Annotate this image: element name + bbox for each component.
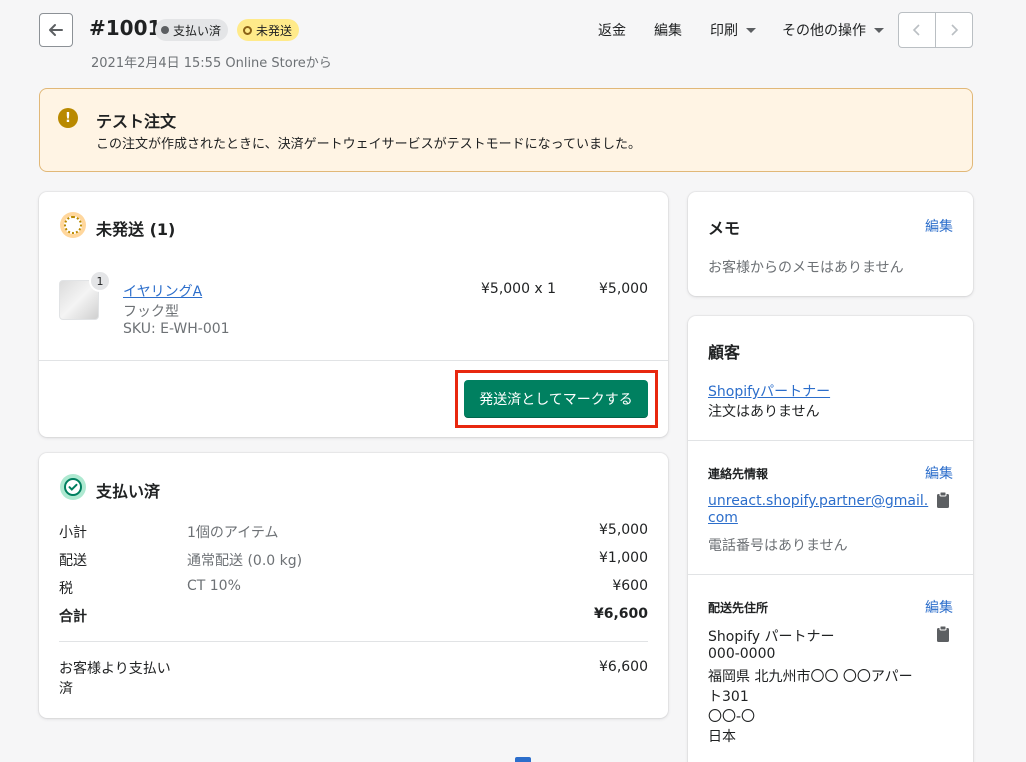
quantity-badge: 1 bbox=[89, 270, 111, 292]
product-sku: SKU: E-WH-001 bbox=[123, 321, 230, 337]
order-subline: 2021年2月4日 15:55 Online Storeから bbox=[91, 56, 332, 71]
tax-amount: ¥600 bbox=[612, 578, 648, 594]
total-amount: ¥6,600 bbox=[593, 606, 648, 622]
total-label: 合計 bbox=[59, 609, 87, 625]
clipboard-icon[interactable] bbox=[936, 492, 950, 508]
order-pager bbox=[898, 12, 973, 48]
order-number: #1001 bbox=[89, 16, 162, 40]
paid-by-customer-label: お客様より支払い済 bbox=[59, 661, 171, 697]
unit-price: ¥5,000 x 1 bbox=[481, 281, 557, 297]
more-actions-dropdown[interactable]: その他の操作 bbox=[782, 20, 884, 40]
paid-by-customer-amount: ¥6,600 bbox=[599, 659, 648, 675]
print-label: 印刷 bbox=[710, 23, 738, 39]
subtotal-amount: ¥5,000 bbox=[599, 522, 648, 538]
exclamation-icon: ! bbox=[58, 108, 78, 128]
arrow-left-icon bbox=[49, 24, 63, 36]
address-line: 福岡県 北九州市〇〇 〇〇アパー bbox=[708, 669, 913, 685]
email-link-line1[interactable]: unreact.shopify.partner@gmail. bbox=[708, 493, 928, 509]
next-order-button[interactable] bbox=[935, 13, 972, 47]
banner-text: この注文が作成されたときに、決済ゲートウェイサービスがテストモードになっていまし… bbox=[96, 137, 641, 152]
status-badge-unfulfilled: 未発送 bbox=[237, 19, 300, 41]
contact-edit-link[interactable]: 編集 bbox=[925, 463, 953, 483]
paid-status-icon bbox=[60, 474, 86, 500]
memo-edit-link[interactable]: 編集 bbox=[925, 216, 953, 236]
badge-paid-label: 支払い済 bbox=[173, 23, 222, 38]
address-line: 000-0000 bbox=[708, 646, 776, 662]
phone-text: 電話番号はありません bbox=[708, 538, 848, 554]
address-line: ト301 bbox=[708, 689, 749, 705]
shipping-amount: ¥1,000 bbox=[599, 550, 648, 566]
divider bbox=[688, 440, 973, 441]
address-line: Shopify パートナー bbox=[708, 629, 835, 645]
edit-button[interactable]: 編集 bbox=[654, 20, 682, 40]
shipping-label: 配送 bbox=[59, 553, 87, 569]
line-total: ¥5,000 bbox=[599, 281, 648, 297]
refund-label: 返金 bbox=[598, 23, 626, 39]
product-variant: フック型 bbox=[123, 304, 179, 320]
badge-unfulfilled-label: 未発送 bbox=[256, 23, 293, 38]
address-edit-link[interactable]: 編集 bbox=[925, 597, 953, 617]
address-title: 配送先住所 bbox=[708, 601, 769, 615]
memo-text: お客様からのメモはありません bbox=[708, 260, 904, 276]
check-circle-icon bbox=[64, 478, 82, 496]
payment-title: 支払い済 bbox=[96, 482, 161, 501]
caret-down-icon bbox=[874, 27, 884, 33]
previous-order-button[interactable] bbox=[899, 13, 935, 47]
back-button[interactable] bbox=[39, 13, 73, 47]
divider bbox=[39, 360, 668, 361]
status-badge-paid: 支払い済 bbox=[155, 19, 229, 41]
bottom-indicator bbox=[515, 757, 531, 762]
tax-detail: CT 10% bbox=[187, 578, 241, 594]
divider bbox=[688, 574, 973, 575]
email-link-line2[interactable]: com bbox=[708, 510, 738, 526]
customer-orders: 注文はありません bbox=[708, 404, 820, 420]
refund-button[interactable]: 返金 bbox=[598, 20, 626, 40]
contact-title: 連絡先情報 bbox=[708, 467, 769, 481]
caret-down-icon bbox=[746, 27, 756, 33]
divider bbox=[59, 641, 648, 642]
memo-title: メモ bbox=[708, 219, 741, 238]
subtotal-detail: 1個のアイテム bbox=[187, 525, 279, 541]
chevron-right-icon bbox=[951, 24, 959, 36]
shipping-detail: 通常配送 (0.0 kg) bbox=[187, 553, 303, 569]
address-line: 日本 bbox=[708, 729, 736, 745]
product-name-link[interactable]: イヤリングA bbox=[123, 281, 202, 301]
customer-title: 顧客 bbox=[708, 343, 741, 362]
chevron-left-icon bbox=[912, 24, 920, 36]
subtotal-label: 小計 bbox=[59, 525, 87, 541]
address-line: 〇〇-〇 bbox=[708, 709, 756, 725]
memo-card bbox=[688, 192, 973, 296]
more-actions-label: その他の操作 bbox=[782, 23, 866, 39]
clipboard-icon[interactable] bbox=[936, 626, 950, 642]
mark-as-fulfilled-button[interactable]: 発送済としてマークする bbox=[464, 380, 648, 418]
print-dropdown[interactable]: 印刷 bbox=[710, 20, 756, 40]
ring-dot-icon bbox=[243, 25, 252, 35]
banner-title: テスト注文 bbox=[96, 112, 177, 131]
edit-label: 編集 bbox=[654, 23, 682, 39]
customer-name-link[interactable]: Shopifyパートナー bbox=[708, 381, 830, 401]
unfulfilled-status-icon bbox=[60, 212, 86, 238]
unfulfilled-title: 未発送 (1) bbox=[96, 220, 176, 239]
tax-label: 税 bbox=[59, 581, 73, 597]
filled-dot-icon bbox=[161, 26, 169, 34]
test-order-banner bbox=[39, 88, 973, 172]
